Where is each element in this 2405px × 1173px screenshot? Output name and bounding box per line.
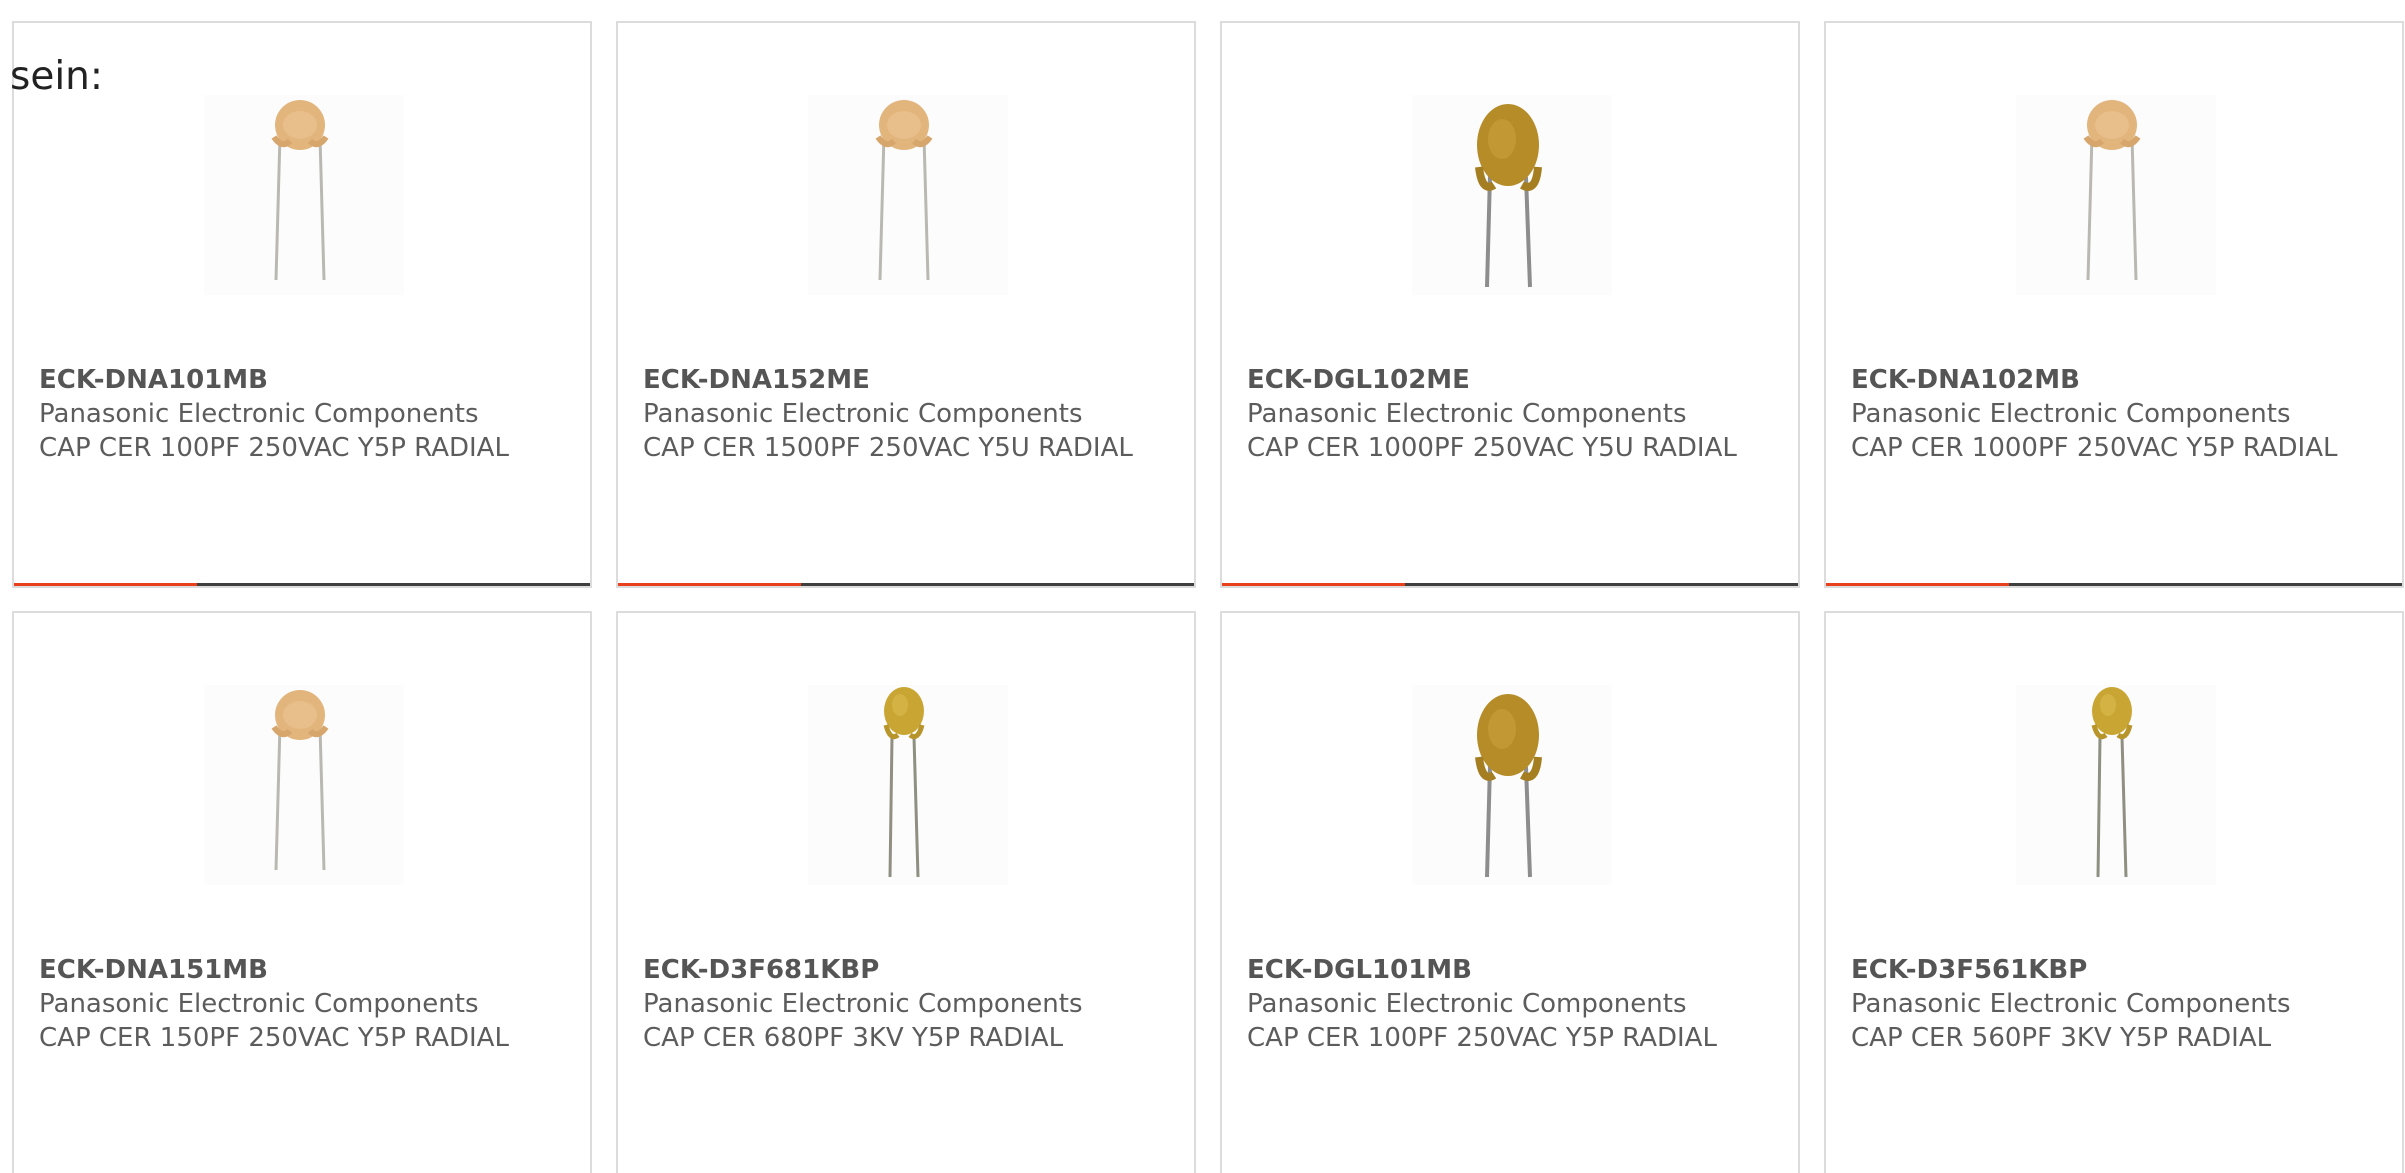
part-number-link[interactable]: ECK-DGL102ME [1247, 363, 1767, 397]
card-bar-accent [14, 583, 197, 586]
ceramic-disc-capacitor-yellow-icon[interactable] [808, 685, 1008, 885]
ceramic-disc-capacitor-light-icon[interactable] [204, 685, 404, 885]
part-number-link[interactable]: ECK-DNA102MB [1851, 363, 2371, 397]
ceramic-disc-capacitor-light-icon[interactable] [808, 95, 1008, 295]
product-card[interactable]: ECK-DNA152ME Panasonic Electronic Compon… [616, 21, 1196, 588]
product-info: ECK-DNA102MB Panasonic Electronic Compon… [1851, 363, 2371, 465]
ceramic-disc-capacitor-large-icon[interactable] [1412, 95, 1612, 295]
product-card[interactable]: ECK-D3F561KBP Panasonic Electronic Compo… [1824, 611, 2404, 1173]
manufacturer: Panasonic Electronic Components [39, 399, 479, 429]
ceramic-disc-capacitor-light-icon[interactable] [2016, 95, 2216, 295]
product-info: ECK-DNA101MB Panasonic Electronic Compon… [39, 363, 559, 465]
description: CAP CER 1500PF 250VAC Y5U RADIAL [643, 433, 1133, 463]
card-bar-accent [1222, 583, 1405, 586]
part-number-link[interactable]: ECK-D3F681KBP [643, 953, 1163, 987]
description: CAP CER 150PF 250VAC Y5P RADIAL [39, 1023, 509, 1053]
card-bar [1826, 583, 2402, 586]
manufacturer: Panasonic Electronic Components [643, 989, 1083, 1019]
ceramic-disc-capacitor-light-icon[interactable] [204, 95, 404, 295]
description: CAP CER 680PF 3KV Y5P RADIAL [643, 1023, 1064, 1053]
manufacturer: Panasonic Electronic Components [1851, 399, 2291, 429]
product-card[interactable]: ECK-DGL102ME Panasonic Electronic Compon… [1220, 21, 1800, 588]
product-info: ECK-DNA151MB Panasonic Electronic Compon… [39, 953, 559, 1055]
product-card[interactable]: ECK-DGL101MB Panasonic Electronic Compon… [1220, 611, 1800, 1173]
part-number-link[interactable]: ECK-D3F561KBP [1851, 953, 2371, 987]
ceramic-disc-capacitor-large-icon[interactable] [1412, 685, 1612, 885]
part-number-link[interactable]: ECK-DNA101MB [39, 363, 559, 397]
card-bar-accent [618, 583, 801, 586]
product-info: ECK-D3F561KBP Panasonic Electronic Compo… [1851, 953, 2371, 1055]
manufacturer: Panasonic Electronic Components [39, 989, 479, 1019]
product-card[interactable]: ECK-DNA151MB Panasonic Electronic Compon… [12, 611, 592, 1173]
description: CAP CER 1000PF 250VAC Y5P RADIAL [1851, 433, 2338, 463]
card-bar-accent [1826, 583, 2009, 586]
product-grid-page: sein: ECK-DNA101MB Panasonic Electronic … [0, 0, 2405, 1173]
product-info: ECK-D3F681KBP Panasonic Electronic Compo… [643, 953, 1163, 1055]
description: CAP CER 100PF 250VAC Y5P RADIAL [39, 433, 509, 463]
manufacturer: Panasonic Electronic Components [1247, 989, 1687, 1019]
product-card[interactable]: ECK-DNA101MB Panasonic Electronic Compon… [12, 21, 592, 588]
description: CAP CER 100PF 250VAC Y5P RADIAL [1247, 1023, 1717, 1053]
description: CAP CER 560PF 3KV Y5P RADIAL [1851, 1023, 2272, 1053]
manufacturer: Panasonic Electronic Components [1851, 989, 2291, 1019]
manufacturer: Panasonic Electronic Components [643, 399, 1083, 429]
part-number-link[interactable]: ECK-DGL101MB [1247, 953, 1767, 987]
card-bar [14, 583, 590, 586]
card-bar [618, 583, 1194, 586]
part-number-link[interactable]: ECK-DNA152ME [643, 363, 1163, 397]
ceramic-disc-capacitor-yellow-icon[interactable] [2016, 685, 2216, 885]
product-info: ECK-DGL102ME Panasonic Electronic Compon… [1247, 363, 1767, 465]
product-grid: ECK-DNA101MB Panasonic Electronic Compon… [12, 21, 2404, 1173]
card-bar [1222, 583, 1798, 586]
product-info: ECK-DGL101MB Panasonic Electronic Compon… [1247, 953, 1767, 1055]
manufacturer: Panasonic Electronic Components [1247, 399, 1687, 429]
product-card[interactable]: ECK-D3F681KBP Panasonic Electronic Compo… [616, 611, 1196, 1173]
part-number-link[interactable]: ECK-DNA151MB [39, 953, 559, 987]
product-info: ECK-DNA152ME Panasonic Electronic Compon… [643, 363, 1163, 465]
description: CAP CER 1000PF 250VAC Y5U RADIAL [1247, 433, 1737, 463]
product-card[interactable]: ECK-DNA102MB Panasonic Electronic Compon… [1824, 21, 2404, 588]
intro-text: sein: [10, 54, 104, 99]
